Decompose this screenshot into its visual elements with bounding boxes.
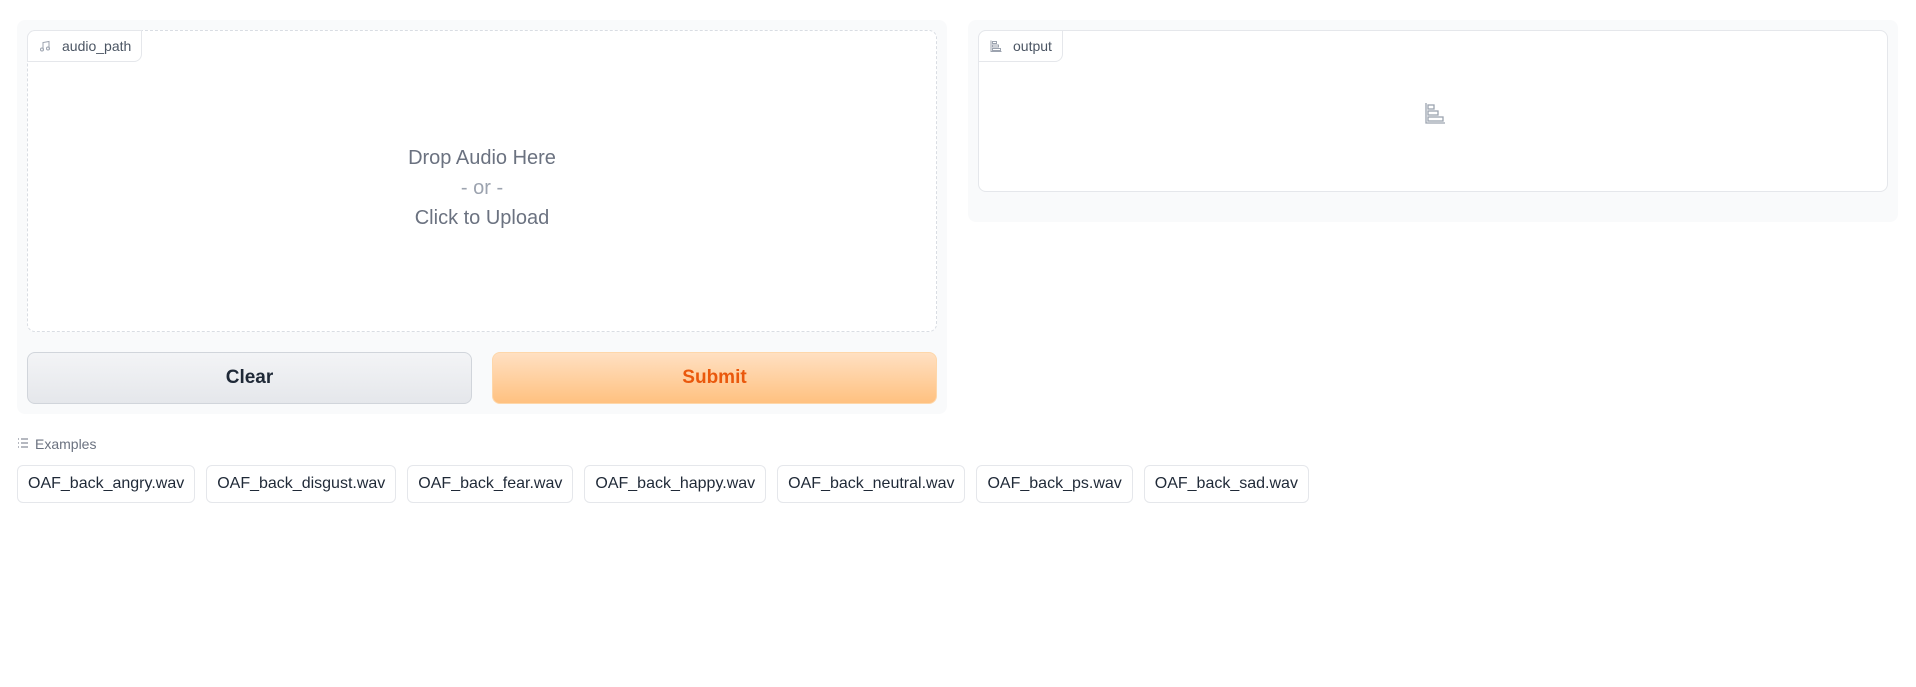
drop-line-1: Drop Audio Here (408, 147, 556, 169)
output-placeholder-icon (1423, 101, 1447, 125)
output-box: output (978, 30, 1888, 192)
audio-path-label-text: audio_path (62, 38, 132, 54)
audio-path-label: audio_path (27, 30, 143, 62)
clear-button[interactable]: Clear (27, 352, 472, 404)
input-panel: audio_path Drop Audio Here - or - Click … (17, 20, 947, 414)
app-root: audio_path Drop Audio Here - or - Click … (0, 0, 1916, 687)
example-item[interactable]: OAF_back_angry.wav (17, 465, 196, 503)
bar-chart-icon (989, 39, 1003, 53)
example-item[interactable]: OAF_back_ps.wav (976, 465, 1133, 503)
example-item[interactable]: OAF_back_fear.wav (407, 465, 574, 503)
drop-instructions: Drop Audio Here - or - Click to Upload (28, 143, 936, 233)
examples-title: Examples (35, 436, 97, 452)
audio-dropzone[interactable]: audio_path Drop Audio Here - or - Click … (27, 30, 937, 332)
example-item[interactable]: OAF_back_disgust.wav (206, 465, 397, 503)
examples-header: Examples (17, 436, 96, 452)
examples-list: OAF_back_angry.wav OAF_back_disgust.wav … (17, 465, 1309, 503)
list-icon (17, 436, 29, 452)
output-label-text: output (1013, 38, 1052, 54)
example-item[interactable]: OAF_back_neutral.wav (777, 465, 966, 503)
example-item[interactable]: OAF_back_sad.wav (1143, 465, 1309, 503)
submit-button[interactable]: Submit (492, 352, 937, 404)
example-item[interactable]: OAF_back_happy.wav (584, 465, 767, 503)
drop-line-2: - or - (460, 177, 504, 199)
drop-line-3: Click to Upload (414, 207, 550, 229)
output-panel: output (968, 20, 1898, 222)
output-label: output (978, 30, 1063, 62)
music-note-icon (38, 39, 52, 53)
